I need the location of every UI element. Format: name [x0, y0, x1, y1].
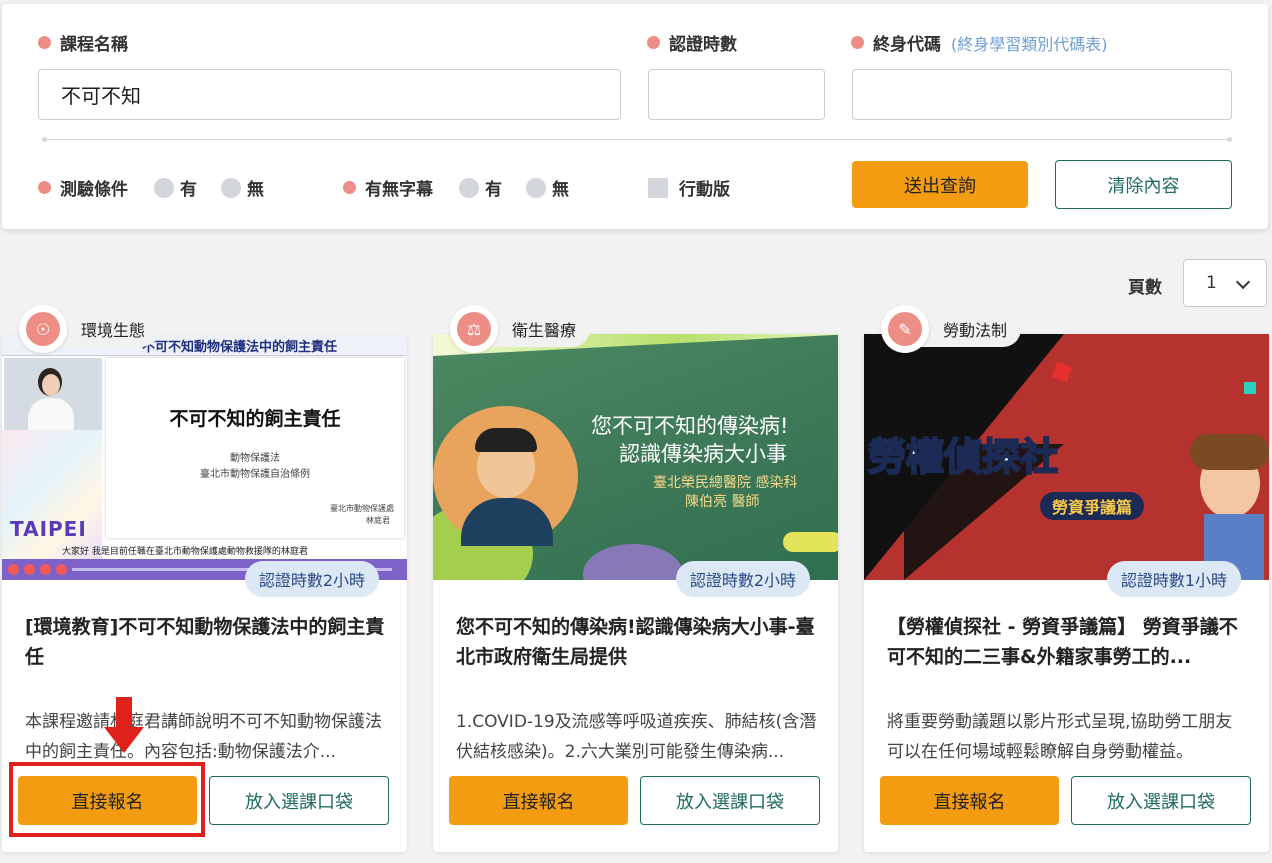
- course-card: 您不可不知的傳染病! 認識傳染病大小事 臺北榮民總醫院 感染科 陳伯亮 醫師 ⚖…: [433, 305, 838, 852]
- submit-search-button[interactable]: 送出查詢: [852, 161, 1028, 208]
- course-title[interactable]: 【勞權偵探社 - 勞資爭議篇】 勞資爭議不可不知的二三事&外籍家事勞工的...: [887, 612, 1247, 672]
- course-description: 1.COVID-19及流感等呼吸道疾疾、肺結核(含潛伏結核感染)。2.六大業別可…: [456, 712, 817, 762]
- hours-badge: 認證時數1小時: [1106, 561, 1241, 597]
- mobile-checkbox[interactable]: 行動版: [648, 175, 730, 200]
- hours-input[interactable]: [648, 69, 825, 120]
- bank-icon: ⚖: [457, 312, 491, 346]
- page-select[interactable]: 1: [1183, 259, 1267, 307]
- category-badge: ⚖ 衛生醫療: [450, 305, 591, 353]
- required-dot-icon: [38, 181, 51, 194]
- required-dot-icon: [38, 36, 51, 49]
- add-to-bag-button[interactable]: 放入選課口袋: [1071, 776, 1251, 825]
- presenter-video: [4, 358, 102, 432]
- slide: 不可不知的飼主責任 動物保護法 臺北市動物保護自治條例 臺北市動物保護處 林庭君: [106, 358, 404, 538]
- divider: [42, 137, 1232, 142]
- course-thumbnail[interactable]: 不可不知動物保護法中的飼主責任 TAIPEI 不可不知的飼主責任 動物保護法 臺…: [2, 334, 407, 580]
- course-title[interactable]: 您不可不知的傳染病!認識傳染病大小事-臺北市政府衛生局提供: [456, 612, 816, 672]
- radio-icon: [526, 177, 546, 198]
- chevron-down-icon: [1235, 274, 1251, 290]
- radio-icon: [154, 177, 174, 198]
- doctor-photo: [433, 406, 578, 546]
- course-name-input[interactable]: [38, 69, 621, 120]
- course-description: 本課程邀請林庭君講師說明不可不知動物保護法中的飼主責任。內容包括:動物保護法介.…: [25, 712, 382, 762]
- edit-icon: ✎: [888, 312, 922, 346]
- code-label: 終身代碼 (終身學習類別代碼表): [851, 30, 1108, 55]
- add-to-bag-button[interactable]: 放入選課口袋: [209, 776, 389, 825]
- required-dot-icon: [647, 36, 660, 49]
- arrow-down-icon: [104, 697, 144, 753]
- radio-icon: [221, 177, 241, 198]
- page-label: 頁數: [1128, 278, 1162, 298]
- exam-yes-radio[interactable]: 有: [154, 175, 197, 200]
- radio-icon: [459, 177, 479, 198]
- required-dot-icon: [343, 181, 356, 194]
- category-badge: ✎ 勞動法制: [881, 305, 1022, 353]
- checkbox-icon: [648, 177, 668, 198]
- course-name-label: 課程名稱: [38, 30, 128, 55]
- course-description: 將重要勞動議題以影片形式呈現,協助勞工朋友可以在任何場域輕鬆瞭解自身勞動權益。: [887, 712, 1233, 762]
- exam-label: 測驗條件: [38, 175, 128, 200]
- clear-button[interactable]: 清除內容: [1055, 160, 1232, 209]
- add-to-bag-button[interactable]: 放入選課口袋: [640, 776, 820, 825]
- hours-badge: 認證時數2小時: [675, 561, 810, 597]
- exam-no-radio[interactable]: 無: [221, 175, 264, 200]
- course-card: 勞權偵探社 勞資爭議篇 ✎ 勞動法制 認證時數1小時 【勞權偵探社 - 勞資爭議…: [864, 305, 1269, 852]
- category-badge: ☉ 環境生態: [19, 305, 160, 353]
- enroll-button[interactable]: 直接報名: [449, 776, 628, 825]
- code-input[interactable]: [852, 69, 1232, 120]
- highlight-box: [9, 762, 205, 837]
- search-panel: 課程名稱 認證時數 終身代碼(終身學習類別代碼表) 測驗條件 有 無 有無字幕 …: [2, 4, 1268, 229]
- course-title[interactable]: [環境教育]不可不知動物保護法中的飼主責任: [25, 612, 385, 672]
- code-table-link[interactable]: (終身學習類別代碼表): [951, 31, 1108, 55]
- subtitle-yes-radio[interactable]: 有: [459, 175, 502, 200]
- subtitle-label: 有無字幕: [343, 175, 433, 200]
- user-leaf-icon: ☉: [26, 312, 60, 346]
- hours-label: 認證時數: [647, 30, 737, 55]
- enroll-button[interactable]: 直接報名: [880, 776, 1059, 825]
- required-dot-icon: [851, 36, 864, 49]
- course-thumbnail[interactable]: 勞權偵探社 勞資爭議篇: [864, 334, 1269, 580]
- subtitle-no-radio[interactable]: 無: [526, 175, 569, 200]
- hours-badge: 認證時數2小時: [244, 561, 379, 597]
- course-thumbnail[interactable]: 您不可不知的傳染病! 認識傳染病大小事 臺北榮民總醫院 感染科 陳伯亮 醫師: [433, 334, 838, 580]
